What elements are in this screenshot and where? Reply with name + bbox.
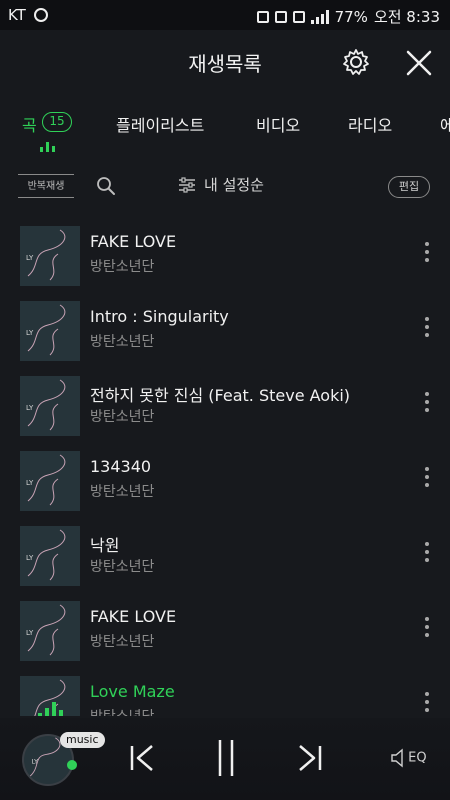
list-item[interactable]: LY FAKE LOVE 방탄소년단	[0, 220, 450, 295]
tab-playlist[interactable]: 플레이리스트	[116, 112, 204, 136]
album-art: LY	[20, 301, 80, 361]
song-artist: 방탄소년단	[90, 559, 155, 575]
song-title: FAKE LOVE	[90, 607, 177, 626]
list-item-now-playing[interactable]: Love Maze 방탄소년단	[0, 670, 450, 716]
header: 재생목록	[0, 30, 450, 94]
svg-text:LY: LY	[26, 479, 34, 487]
pause-icon[interactable]	[214, 738, 238, 778]
list-toolbar: 반복재생 내 설정순 편집	[0, 168, 450, 204]
album-art: LY	[20, 376, 80, 436]
song-artist: 방탄소년단	[90, 484, 155, 500]
sort-icon	[179, 176, 195, 193]
svg-text:LY: LY	[26, 629, 34, 637]
repeat-button[interactable]: 반복재생	[18, 174, 74, 198]
battery-level: 77%	[334, 7, 368, 26]
tab-more[interactable]: 에	[440, 112, 450, 136]
svg-text:LY: LY	[26, 554, 34, 562]
alarm-icon	[256, 10, 269, 23]
carrier-label: KT	[8, 6, 26, 24]
clock: 오전 8:33	[373, 8, 440, 26]
svg-text:LY: LY	[26, 404, 34, 412]
song-artist: 방탄소년단	[90, 334, 155, 350]
song-artist: 방탄소년단	[90, 259, 155, 275]
previous-icon[interactable]	[128, 742, 156, 774]
album-art: LY	[20, 226, 80, 286]
sort-label: 내 설정순	[204, 176, 264, 194]
eq-button[interactable]: EQ	[390, 748, 427, 768]
more-options-icon[interactable]	[424, 692, 430, 714]
album-art: LY	[20, 451, 80, 511]
more-options-icon[interactable]	[424, 542, 430, 564]
svg-text:LY: LY	[26, 254, 34, 262]
more-options-icon[interactable]	[424, 467, 430, 489]
eq-label: EQ	[408, 750, 427, 766]
song-title: 낙원	[90, 536, 120, 555]
list-item[interactable]: LY 낙원 방탄소년단	[0, 520, 450, 595]
song-list[interactable]: LY FAKE LOVE 방탄소년단 LY Intro : Singularit…	[0, 220, 450, 716]
page-title: 재생목록	[188, 51, 262, 76]
mini-player: LY music EQ	[0, 718, 450, 800]
speaker-icon	[391, 748, 403, 768]
song-artist: 방탄소년단	[90, 634, 155, 650]
song-artist: 방탄소년단	[90, 706, 154, 716]
more-options-icon[interactable]	[424, 392, 430, 414]
list-item[interactable]: LY 134340 방탄소년단	[0, 445, 450, 520]
close-icon[interactable]	[404, 48, 434, 78]
album-art: LY	[20, 526, 80, 586]
album-art: LY	[20, 601, 80, 661]
mute-icon	[274, 10, 287, 23]
music-badge: music	[60, 732, 105, 748]
progress-indicator	[67, 760, 77, 770]
svg-text:LY: LY	[31, 758, 38, 766]
song-artist: 방탄소년단	[90, 409, 155, 425]
more-options-icon[interactable]	[424, 617, 430, 639]
more-options-icon[interactable]	[424, 242, 430, 264]
gear-icon[interactable]	[342, 48, 370, 76]
song-title: FAKE LOVE	[90, 232, 177, 251]
tab-songs[interactable]: 곡	[22, 112, 37, 136]
tab-video[interactable]: 비디오	[256, 112, 300, 136]
song-count-badge: 15	[42, 112, 72, 132]
edit-button[interactable]: 편집	[388, 176, 430, 198]
song-title: 134340	[90, 457, 152, 476]
more-options-icon[interactable]	[424, 317, 430, 339]
signal-icon	[310, 9, 329, 24]
song-title: Intro : Singularity	[90, 307, 229, 326]
active-tab-indicator-icon	[40, 142, 55, 152]
hd-icon	[292, 10, 305, 23]
notification-icon	[33, 8, 48, 22]
sort-button[interactable]: 내 설정순	[178, 174, 264, 195]
svg-text:LY: LY	[26, 329, 34, 337]
tab-radio[interactable]: 라디오	[348, 112, 392, 136]
list-item[interactable]: LY Intro : Singularity 방탄소년단	[0, 295, 450, 370]
list-item[interactable]: LY 전하지 못한 진심 (Feat. Steve Aoki) 방탄소년단	[0, 370, 450, 445]
search-icon[interactable]	[96, 176, 116, 196]
song-title: 전하지 못한 진심 (Feat. Steve Aoki)	[90, 386, 351, 405]
now-playing-icon	[38, 700, 63, 716]
next-icon[interactable]	[296, 742, 324, 774]
status-bar: KT 77% 오전 8:33	[0, 0, 450, 30]
list-item[interactable]: LY FAKE LOVE 방탄소년단	[0, 595, 450, 670]
song-title: Love Maze	[90, 682, 175, 701]
